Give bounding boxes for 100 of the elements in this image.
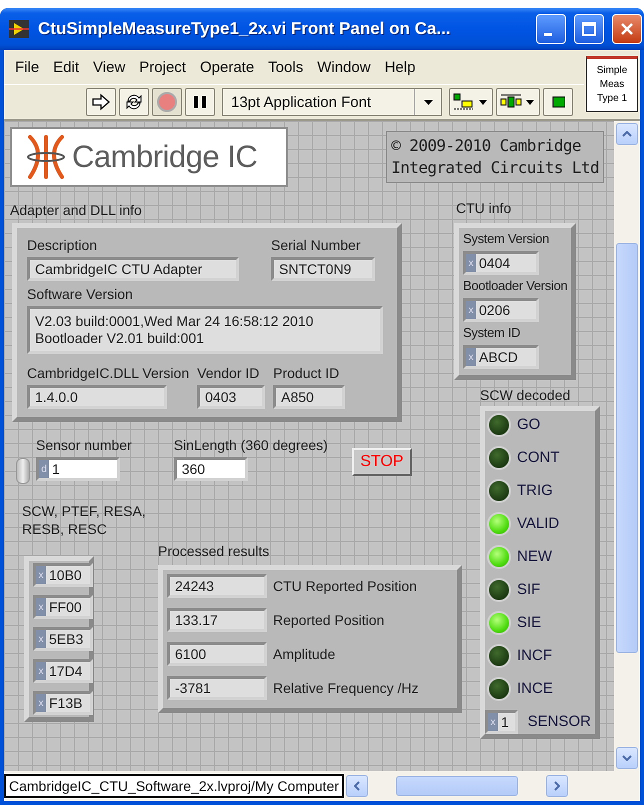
led-label: NEW [517,548,552,566]
radix-indicator: x [466,254,476,272]
led-label: TRIG [517,482,553,500]
hex-indicator: x 10B0 [33,563,93,587]
field-label: Serial Number [271,236,362,254]
field-label: Software Version [27,285,134,303]
result-label: Reported Position [273,611,384,629]
run-button[interactable] [86,88,116,116]
project-path: CambridgeIC_CTU_Software_2x.lvproj/My Computer [4,774,344,798]
menu-item[interactable]: Tools [263,56,308,78]
hex-indicator: x ABCD [463,345,539,369]
radix-indicator: x [36,630,46,648]
menu-item[interactable]: Operate [194,56,260,78]
window-title: CtuSimpleMeasureType1_2x.vi Front Panel on Ca... [38,19,452,39]
menu-item[interactable]: Help [380,56,420,78]
hex-indicator: x 1 [485,710,518,734]
menu-item[interactable]: Edit [48,56,84,78]
result-field: -3781 [167,676,267,700]
scroll-right-button[interactable] [546,775,568,797]
menu-item[interactable]: File [10,56,44,78]
maximize-icon [581,21,597,37]
field-label: Sensor number [36,436,132,454]
radix-indicator: x [36,598,46,616]
sin-length-input[interactable]: 360 [174,457,248,481]
pause-button[interactable] [185,88,215,116]
cycle-arrows-icon [124,92,144,112]
close-button[interactable] [612,14,642,44]
logo-icon [24,133,68,181]
field-label: Description [27,236,98,254]
radix-indicator: d [39,460,49,478]
stop-sign-icon [156,91,178,113]
result-field: 6100 [167,642,267,666]
pause-icon [192,94,208,110]
field-label: SCW, PTEF, RESA, RESB, RESC [22,502,147,538]
serial-number-field: SNTCT0N9 [271,257,375,281]
field-label: Bootloader Version [463,277,568,295]
chevron-left-icon [354,781,360,791]
menu-item[interactable]: View [88,56,130,78]
vertical-scrollbar[interactable] [614,121,640,771]
radix-indicator: x [36,566,46,584]
led-label: VALID [517,515,560,533]
horizontal-scroll-thumb[interactable] [396,776,518,796]
led-label: SIF [517,581,540,599]
vendor-id-field: 0403 [197,385,266,409]
field-label: SinLength (360 degrees) [174,436,328,454]
radix-indicator: x [466,348,476,366]
result-label: Relative Frequency /Hz [273,679,419,697]
dll-version-field: 1.4.0.0 [27,385,167,409]
align-button[interactable] [449,88,493,116]
app-icon [8,19,30,39]
section-label: CTU info [456,199,512,217]
distribute-button[interactable] [496,88,540,116]
result-label: Amplitude [273,645,336,663]
close-icon [619,21,635,37]
chevron-down-icon[interactable] [622,755,632,761]
scroll-left-button[interactable] [346,775,368,797]
hex-indicator: x 0206 [463,298,539,322]
section-label: Processed results [158,542,270,560]
vi-icon[interactable]: Simple Meas Type 1 [586,56,638,112]
section-label: SCW decoded [480,386,572,404]
radix-indicator: x [36,694,46,712]
run-continuously-button[interactable] [119,88,149,116]
led-label: SIE [517,614,542,632]
description-field: CambridgeIC CTU Adapter [27,257,239,281]
radix-indicator: x [36,662,46,680]
radix-indicator: x [466,301,476,319]
font-dropdown[interactable]: 13pt Application Font [222,88,442,116]
arrow-icon [91,93,111,111]
result-field: 24243 [167,574,267,598]
resize-button[interactable] [543,88,573,116]
hex-indicator: x 5EB3 [33,627,93,651]
hex-indicator: x F13B [33,691,93,715]
chevron-right-icon [554,781,560,791]
field-label: Product ID [273,364,340,382]
sensor-label: SENSOR [528,713,591,731]
caret-icon [424,100,432,104]
menu-item[interactable]: Project [134,56,191,78]
result-field: 133.17 [167,608,267,632]
led-label: INCE [517,680,553,698]
field-label: System ID [463,324,522,342]
field-label: Vendor ID [197,364,260,382]
result-label: CTU Reported Position [273,577,417,595]
copyright-text: © 2009-2010 Cambridge Integrated Circuits Ltd [386,131,604,183]
chevron-up-icon[interactable] [622,131,632,137]
hex-indicator: x 17D4 [33,659,93,683]
software-version-field: V2.03 build:0001,Wed Mar 24 16:58:12 2010 Bootloader V2.01 build:001 [27,306,383,354]
sensor-number-input[interactable]: d 1 [36,457,120,481]
minimize-button[interactable] [536,14,566,44]
product-id-field: A850 [273,385,346,409]
maximize-button[interactable] [574,14,604,44]
field-label: CambridgeIC.DLL Version [27,364,190,382]
radix-indicator: x [488,713,498,731]
section-label: Adapter and DLL info [10,201,143,219]
led-label: GO [517,416,540,434]
led-label: INCF [517,647,552,665]
minimize-icon [544,32,552,36]
led-label: CONT [517,449,560,467]
hex-indicator: x 0404 [463,251,539,275]
align-icon [453,93,489,111]
menu-item[interactable]: Window [312,56,376,78]
